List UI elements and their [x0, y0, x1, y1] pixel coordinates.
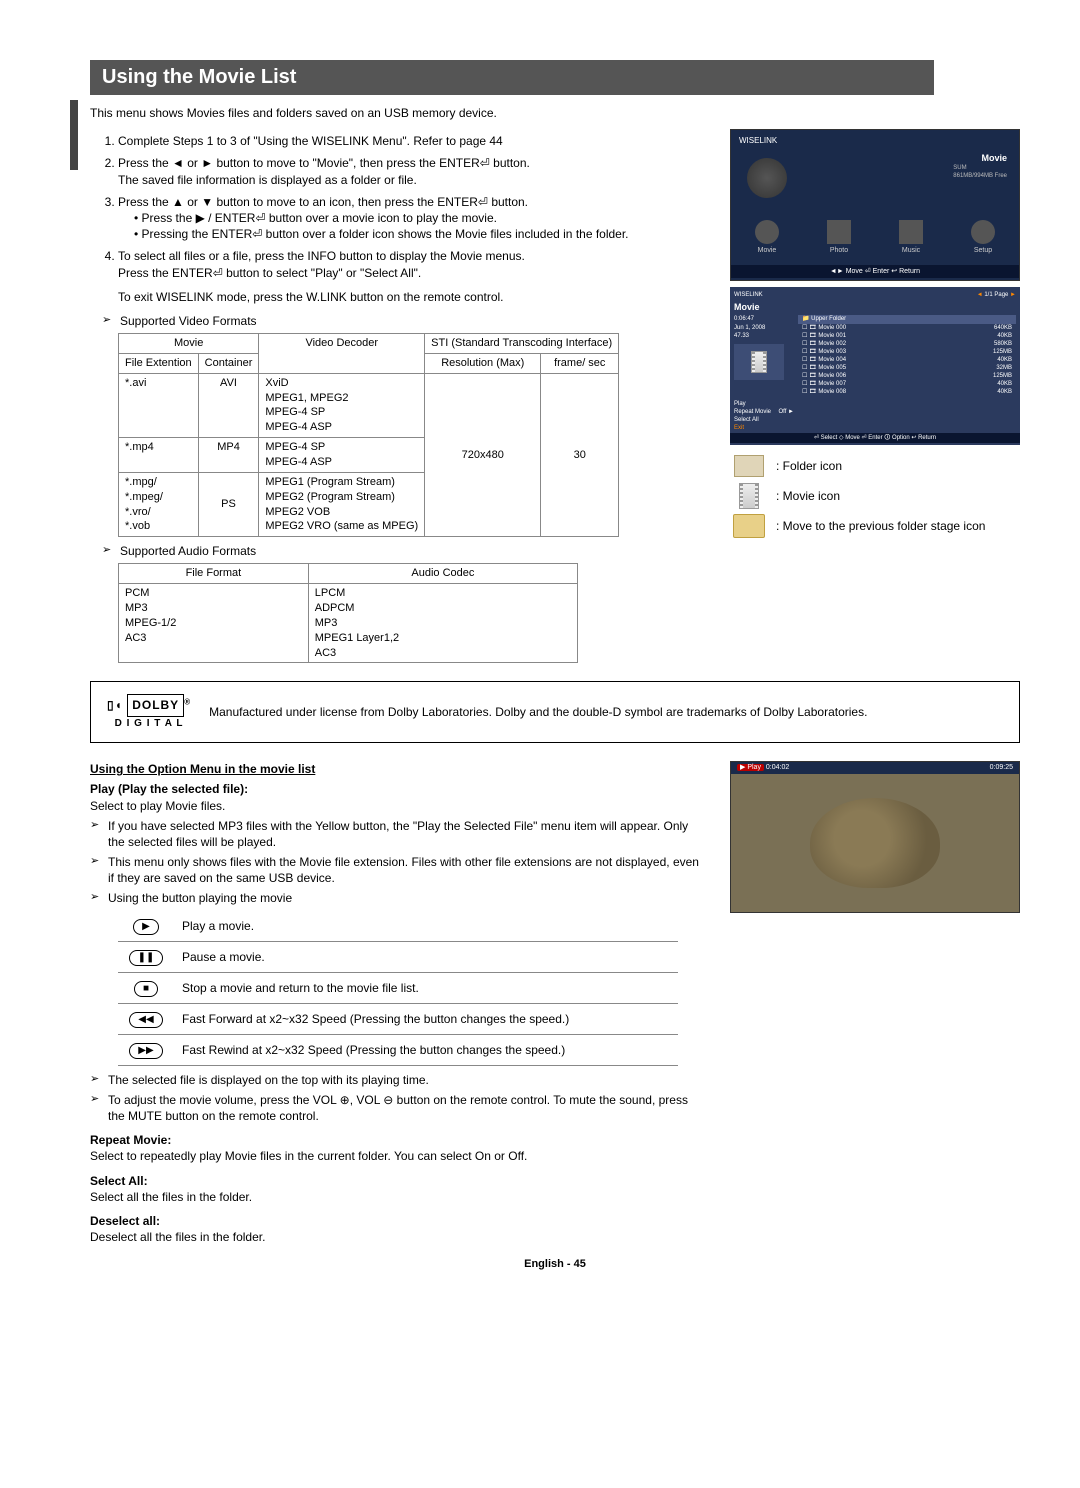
list-item: ☐ 🎞 Movie 00840KB — [798, 388, 1016, 396]
pause-button-icon: ❚❚ — [129, 950, 164, 966]
nav-bar: ◄► Move ⏎ Enter ↩ Return — [731, 265, 1019, 278]
control-buttons-table: ▶Play a movie. ❚❚Pause a movie. ■Stop a … — [118, 911, 678, 1066]
movie-icon — [739, 483, 759, 509]
dolby-box: ▯◖ DOLBY® D I G I T A L Manufactured und… — [90, 681, 1020, 743]
steps-list: Complete Steps 1 to 3 of "Using the WISE… — [90, 133, 706, 305]
after-note: The selected file is displayed on the to… — [90, 1072, 706, 1088]
repeat-text: Select to repeatedly play Movie files in… — [90, 1148, 706, 1164]
icon-legend: : Folder icon : Movie icon : Move to the… — [730, 453, 1020, 539]
play-note: This menu only shows files with the Movi… — [90, 854, 706, 886]
audio-formats-header: Supported Audio Formats — [102, 543, 706, 559]
repeat-heading: Repeat Movie: — [90, 1133, 171, 1147]
playback-screenshot: ▶ Play 0:04:02 0:09:25 — [730, 761, 1020, 913]
wiselink-menu-screenshot: WISELINK Movie SUM 861MB/994MB Free Movi… — [730, 129, 1020, 281]
deselectall-text: Deselect all the files in the folder. — [90, 1229, 706, 1245]
menu-photo: Photo — [814, 220, 864, 255]
deselectall-heading: Deselect all: — [90, 1214, 160, 1228]
list-item: ☐ 🎞 Movie 006125MB — [798, 372, 1016, 380]
list-item: ☐ 🎞 Movie 00740KB — [798, 380, 1016, 388]
rewind-button-icon: ◀◀ — [129, 1012, 162, 1028]
table-row: ▶▶Fast Rewind at x2~x32 Speed (Pressing … — [118, 1034, 678, 1065]
list-item: ☐ 🎞 Movie 000640KB — [798, 324, 1016, 332]
table-row: ▶Play a movie. — [118, 911, 678, 942]
side-tab — [70, 100, 78, 170]
video-formats-header: Supported Video Formats — [102, 313, 706, 329]
after-note: To adjust the movie volume, press the VO… — [90, 1092, 706, 1124]
list-item: ☐ 🎞 Movie 00140KB — [798, 332, 1016, 340]
music-icon — [899, 220, 923, 244]
photo-icon — [827, 220, 851, 244]
movie-list-screenshot: WISELINK◄ 1/1 Page ► Movie 0:06:47 Jun 1… — [730, 287, 1020, 445]
video-formats-table: Movie Video Decoder STI (Standard Transc… — [118, 333, 619, 537]
step-4: To select all files or a file, press the… — [118, 248, 706, 305]
page-footer: English - 45 — [90, 1257, 1020, 1272]
selectall-heading: Select All: — [90, 1174, 148, 1188]
table-row: PCM MP3 MPEG-1/2 AC3 LPCM ADPCM MP3 MPEG… — [119, 584, 578, 663]
play-note: Using the button playing the movie — [90, 890, 706, 906]
step-3: Press the ▲ or ▼ button to move to an ic… — [118, 194, 706, 243]
movie-icon — [755, 220, 779, 244]
table-row: ◀◀Fast Forward at x2~x32 Speed (Pressing… — [118, 1003, 678, 1034]
bear-photo — [810, 798, 940, 888]
film-thumb-icon — [734, 344, 784, 380]
menu-movie: Movie — [742, 220, 792, 255]
list-item: ☐ 🎞 Movie 00532MB — [798, 364, 1016, 372]
film-reel-icon — [747, 158, 787, 198]
dolby-text: Manufactured under license from Dolby La… — [209, 704, 867, 720]
step-1: Complete Steps 1 to 3 of "Using the WISE… — [118, 133, 706, 149]
audio-formats-table: File FormatAudio Codec PCM MP3 MPEG-1/2 … — [118, 563, 578, 663]
folder-icon — [734, 455, 764, 477]
list-item: ☐ 🎞 Movie 00440KB — [798, 356, 1016, 364]
stop-button-icon: ■ — [134, 981, 158, 997]
list-item: ☐ 🎞 Movie 002580KB — [798, 340, 1016, 348]
play-desc: Select to play Movie files. — [90, 798, 706, 814]
play-note: If you have selected MP3 files with the … — [90, 818, 706, 850]
selectall-text: Select all the files in the folder. — [90, 1189, 706, 1205]
menu-setup: Setup — [958, 220, 1008, 255]
option-menu-header: Using the Option Menu in the movie list — [90, 762, 315, 776]
table-row: ❚❚Pause a movie. — [118, 941, 678, 972]
right-illustrations: WISELINK Movie SUM 861MB/994MB Free Movi… — [730, 129, 1020, 663]
play-heading: Play (Play the selected file): — [90, 782, 248, 796]
step-2: Press the ◄ or ► button to move to "Movi… — [118, 155, 706, 187]
fforward-button-icon: ▶▶ — [129, 1043, 162, 1059]
setup-icon — [971, 220, 995, 244]
menu-music: Music — [886, 220, 936, 255]
list-item: ☐ 🎞 Movie 003125MB — [798, 348, 1016, 356]
nav-bar: ⏎ Select ◇ Move ⏎ Enter 🛈 Option ↩ Retur… — [730, 433, 1020, 443]
table-row: *.avi AVI XviD MPEG1, MPEG2 MPEG-4 SP MP… — [119, 373, 619, 437]
table-row: ■Stop a movie and return to the movie fi… — [118, 972, 678, 1003]
intro-text: This menu shows Movies files and folders… — [90, 105, 1020, 121]
previous-folder-icon — [733, 514, 765, 538]
page-title: Using the Movie List — [90, 60, 934, 95]
dolby-logo: ▯◖ DOLBY® D I G I T A L — [107, 694, 191, 730]
play-button-icon: ▶ — [133, 919, 159, 935]
